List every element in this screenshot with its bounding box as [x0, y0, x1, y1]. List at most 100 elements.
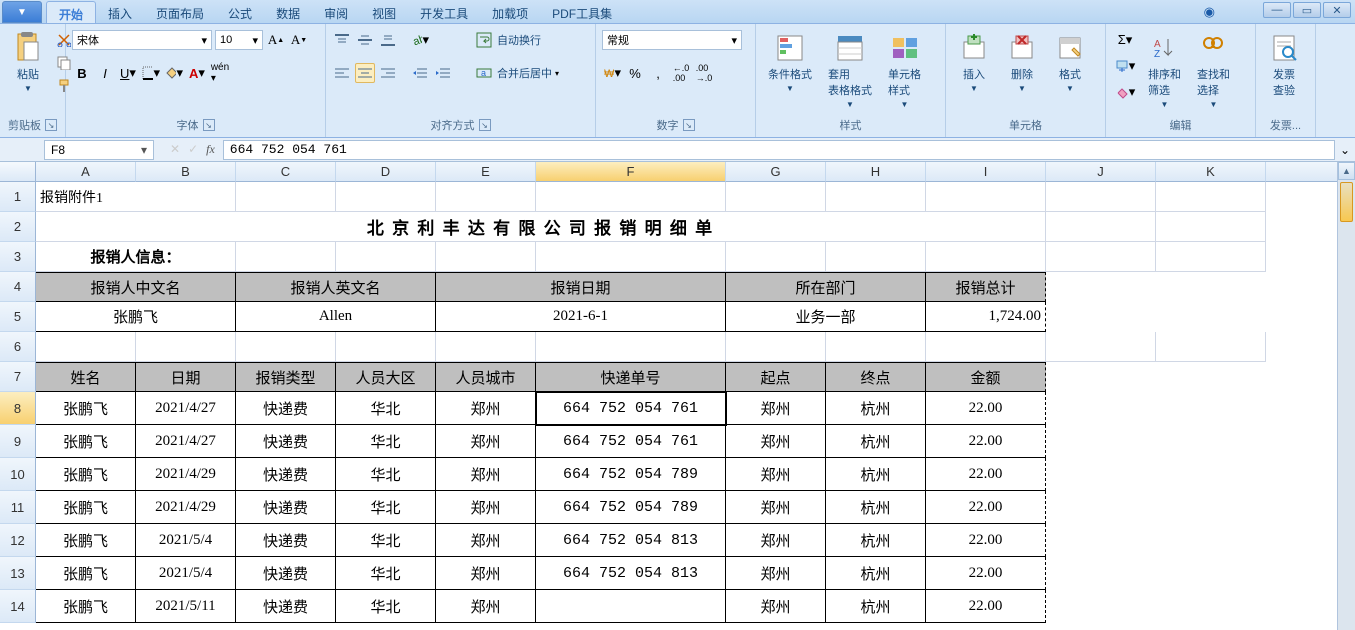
tab-pdf[interactable]: PDF工具集 — [540, 1, 624, 23]
cell[interactable]: 杭州 — [826, 392, 926, 425]
column-header-B[interactable]: B — [136, 162, 236, 182]
row-header-2[interactable]: 2 — [0, 212, 36, 242]
cell[interactable]: 张鹏飞 — [36, 392, 136, 425]
cell[interactable]: 郑州 — [726, 557, 826, 590]
increase-font-button[interactable]: A▲ — [266, 30, 286, 50]
cell[interactable]: 1,724.00 — [926, 302, 1046, 332]
cell[interactable]: 22.00 — [926, 458, 1046, 491]
align-right-button[interactable] — [378, 63, 398, 83]
cell[interactable]: 2021/4/27 — [136, 425, 236, 458]
cell[interactable]: 664 752 054 789 — [536, 491, 726, 524]
cell[interactable]: 张鹏飞 — [36, 590, 136, 623]
column-header-J[interactable]: J — [1046, 162, 1156, 182]
cell[interactable] — [236, 182, 336, 212]
increase-indent-button[interactable] — [433, 63, 453, 83]
cell[interactable] — [236, 242, 336, 272]
cell[interactable]: 报销人英文名 — [236, 272, 436, 302]
italic-button[interactable]: I — [95, 63, 115, 83]
cell[interactable]: 华北 — [336, 524, 436, 557]
accounting-button[interactable]: ₩▾ — [602, 63, 622, 83]
cell[interactable] — [1046, 272, 1266, 302]
wrap-text-label[interactable]: 自动换行 — [497, 32, 541, 48]
cancel-icon[interactable]: ✕ — [170, 142, 180, 157]
align-top-button[interactable] — [332, 30, 352, 50]
border-button[interactable]: ▾ — [141, 63, 161, 83]
cell[interactable]: 杭州 — [826, 425, 926, 458]
cell[interactable]: 郑州 — [436, 491, 536, 524]
autosum-button[interactable]: Σ▾ — [1112, 30, 1138, 50]
cell[interactable]: 快递费 — [236, 590, 336, 623]
cell[interactable]: 快递费 — [236, 425, 336, 458]
cell[interactable] — [1046, 458, 1266, 491]
underline-button[interactable]: U▾ — [118, 63, 138, 83]
cell[interactable]: 快递费 — [236, 458, 336, 491]
cell[interactable]: 报销人中文名 — [36, 272, 236, 302]
cell[interactable]: 杭州 — [826, 524, 926, 557]
cell[interactable]: 杭州 — [826, 458, 926, 491]
align-center-button[interactable] — [355, 63, 375, 83]
cell[interactable]: 2021/5/11 — [136, 590, 236, 623]
format-table-button[interactable]: 套用 表格格式▼ — [822, 30, 878, 111]
cell[interactable]: 664 752 054 761 — [536, 425, 726, 458]
cell[interactable] — [1046, 524, 1266, 557]
cell[interactable]: 人员大区 — [336, 362, 436, 392]
scroll-up-arrow[interactable]: ▲ — [1338, 162, 1355, 180]
clipboard-launcher[interactable]: ↘ — [45, 119, 57, 131]
cell[interactable] — [1156, 332, 1266, 362]
font-color-button[interactable]: A▾ — [187, 63, 207, 83]
row-header-6[interactable]: 6 — [0, 332, 36, 362]
cell[interactable] — [926, 332, 1046, 362]
cell[interactable]: 杭州 — [826, 557, 926, 590]
restore-button[interactable]: ▭ — [1293, 2, 1321, 18]
font-launcher[interactable]: ↘ — [203, 119, 215, 131]
tab-dev[interactable]: 开发工具 — [408, 1, 480, 23]
merge-center-icon[interactable]: a — [474, 63, 494, 83]
decrease-decimal-button[interactable]: .00→.0 — [694, 63, 714, 83]
cell[interactable] — [1046, 212, 1156, 242]
column-header-I[interactable]: I — [926, 162, 1046, 182]
cell[interactable]: 华北 — [336, 392, 436, 425]
tab-home[interactable]: 开始 — [46, 1, 96, 23]
font-size-combo[interactable]: 10▾ — [215, 30, 263, 50]
column-header-H[interactable]: H — [826, 162, 926, 182]
column-header-E[interactable]: E — [436, 162, 536, 182]
tab-view[interactable]: 视图 — [360, 1, 408, 23]
cell[interactable] — [726, 242, 826, 272]
column-header-K[interactable]: K — [1156, 162, 1266, 182]
cell[interactable]: 报销类型 — [236, 362, 336, 392]
increase-decimal-button[interactable]: ←.0.00 — [671, 63, 691, 83]
column-header-G[interactable]: G — [726, 162, 826, 182]
cell[interactable] — [536, 182, 726, 212]
help-icon[interactable]: ◉ — [1204, 4, 1215, 20]
minimize-button[interactable]: — — [1263, 2, 1291, 18]
cell[interactable] — [336, 182, 436, 212]
align-launcher[interactable]: ↘ — [479, 119, 491, 131]
align-middle-button[interactable] — [355, 30, 375, 50]
align-bottom-button[interactable] — [378, 30, 398, 50]
percent-button[interactable]: % — [625, 63, 645, 83]
cell[interactable] — [436, 182, 536, 212]
cell[interactable]: 北 京 利 丰 达 有 限 公 司 报 销 明 细 单 — [36, 212, 1046, 242]
cell[interactable] — [336, 332, 436, 362]
cell[interactable]: 华北 — [336, 557, 436, 590]
cell[interactable]: 华北 — [336, 425, 436, 458]
row-header-7[interactable]: 7 — [0, 362, 36, 392]
format-cells-button[interactable]: 格式▼ — [1048, 30, 1092, 95]
cell[interactable] — [1046, 557, 1266, 590]
phonetic-button[interactable]: wén▾ — [210, 63, 230, 83]
cell[interactable] — [1156, 182, 1266, 212]
cell[interactable]: 业务一部 — [726, 302, 926, 332]
cell[interactable]: 664 752 054 813 — [536, 557, 726, 590]
name-box[interactable]: F8▾ — [44, 140, 154, 160]
number-format-combo[interactable]: 常规▾ — [602, 30, 742, 50]
paste-button[interactable]: 粘贴 ▼ — [6, 30, 50, 95]
number-launcher[interactable]: ↘ — [683, 119, 695, 131]
cell[interactable] — [1046, 362, 1266, 392]
app-button[interactable]: ▼ — [2, 1, 42, 23]
cell[interactable]: 张鹏飞 — [36, 458, 136, 491]
cell[interactable]: Allen — [236, 302, 436, 332]
row-header-1[interactable]: 1 — [0, 182, 36, 212]
cell[interactable]: 郑州 — [726, 458, 826, 491]
comma-button[interactable]: , — [648, 63, 668, 83]
cell[interactable] — [36, 332, 136, 362]
